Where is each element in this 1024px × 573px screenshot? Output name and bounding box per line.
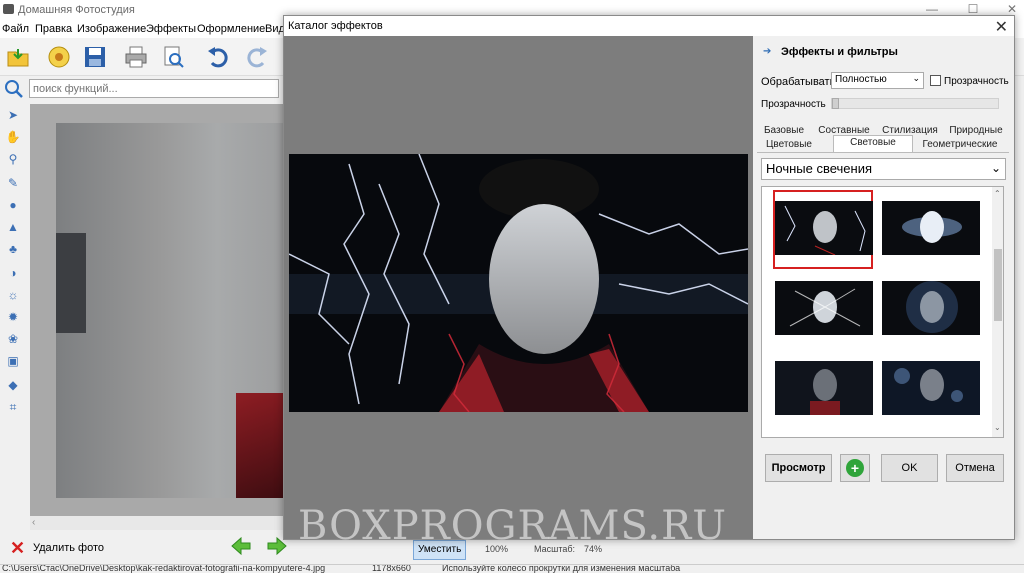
eraser-icon[interactable]: ◆ [6,378,20,392]
status-hint: Используйте колесо прокрутки для изменен… [442,564,681,573]
effect-preview-image [289,154,748,412]
effect-thumbnail[interactable] [775,361,873,415]
tab-divider [757,152,1009,153]
scroll-down-icon[interactable]: ⌄ [994,423,1001,432]
process-select-value: Полностью [835,74,887,85]
transparency-slider-label: Прозрачность [761,99,826,110]
status-size: 1178x660 [372,564,411,573]
tab-color[interactable]: Цветовые [757,138,821,152]
preview-button-label: Просмотр [771,462,826,474]
process-label: Обрабатывать [761,76,836,88]
slider-thumb[interactable] [832,98,839,109]
crop-icon[interactable]: ⌗ [6,400,20,414]
add-effect-button[interactable]: + [840,454,870,482]
transparency-checkbox[interactable] [930,75,941,86]
maximize-icon[interactable]: ☐ [965,2,981,16]
search-row [0,77,290,101]
contrast-icon[interactable]: ◑ [6,266,20,280]
preview-button[interactable]: Просмотр [765,454,832,482]
redo-icon[interactable] [242,42,272,72]
scroll-up-icon[interactable]: ⌃ [994,189,1001,198]
effect-select[interactable]: Ночные свечения ⌄ [761,158,1006,180]
menu-design[interactable]: Оформление [197,23,265,35]
effects-catalog-dialog: Каталог эффектов ✕ ➔ Эффекты и фильтры О… [283,15,1015,540]
dialog-title: Каталог эффектов [288,20,383,32]
photo-canvas[interactable] [56,123,296,498]
print-icon[interactable] [121,42,151,72]
transparency-checkbox-label: Прозрачность [944,76,1009,87]
effect-thumbnail[interactable] [775,281,873,335]
ok-button[interactable]: OK [881,454,938,482]
effect-thumbnail[interactable] [882,281,980,335]
ok-button-label: OK [901,462,918,474]
tab-geometric[interactable]: Геометрические [913,138,1007,152]
effect-thumbnail[interactable] [775,201,873,255]
delete-icon[interactable]: ✕ [10,538,25,559]
cancel-button-label: Отмена [955,462,995,474]
stamp-icon[interactable]: ♣ [6,242,20,256]
effects-panel: ➔ Эффекты и фильтры Обрабатывать Полност… [753,36,1014,539]
add-icon: + [846,459,864,477]
brush-icon[interactable]: ✎ [6,176,20,190]
delete-photo-label[interactable]: Удалить фото [33,542,104,554]
effect-thumbnails-list: ⌃ ⌄ [761,186,1004,438]
left-toolbox: ➤ ✋ ⚲ ✎ ● ▲ ♣ ◑ ☼ ✹ ❀ ▣ ◆ ⌗ [0,104,27,524]
menu-file[interactable]: Файл [2,23,29,35]
thumbnails-scrollbar[interactable]: ⌃ ⌄ [992,187,1003,437]
effect-thumbnail[interactable] [882,201,980,255]
triangle-icon[interactable]: ▲ [6,220,20,234]
undo-icon[interactable] [203,42,233,72]
panel-title: Эффекты и фильтры [781,46,898,58]
scroll-thumb[interactable] [994,249,1002,321]
gallery-icon[interactable] [44,42,74,72]
process-select[interactable]: Полностью ⌄ [831,72,924,89]
photo-dark-object [56,233,86,333]
tab-natural[interactable]: Природные [943,124,1009,138]
tab-light[interactable]: Световые [833,135,913,152]
scroll-left-icon[interactable]: ‹ [32,517,35,528]
app-icon [3,4,14,14]
save-icon[interactable] [80,42,110,72]
sun-icon[interactable]: ✹ [6,310,20,324]
brightness-icon[interactable]: ☼ [6,288,20,302]
arrow-right-icon: ➔ [763,46,772,57]
chevron-down-icon: ⌄ [912,73,920,83]
status-bar: C:\Users\Стас\OneDrive\Desktop\kak-redak… [0,564,1024,573]
open-folder-icon[interactable] [3,42,33,72]
transparency-slider[interactable] [831,98,999,109]
watermark: BOXPROGRAMS.RU [298,503,727,549]
dialog-close-icon[interactable]: ✕ [995,17,1008,37]
color-swap-icon[interactable]: ▣ [6,354,20,368]
effect-thumbnail[interactable] [882,361,980,415]
dialog-title-bar: Каталог эффектов ✕ [284,16,1014,36]
palette-icon[interactable]: ❀ [6,332,20,346]
app-title: Домашняя Фотостудия [18,4,135,16]
menu-image[interactable]: Изображение [77,23,146,35]
close-icon[interactable]: ✕ [1004,2,1020,16]
effect-preview-area [284,36,753,539]
effect-select-value: Ночные свечения [766,161,873,176]
search-input[interactable] [29,79,279,98]
menu-edit[interactable]: Правка [35,23,72,35]
prev-arrow-icon[interactable] [230,536,252,559]
tab-basic[interactable]: Базовые [757,124,811,138]
chevron-down-icon: ⌄ [990,161,1001,175]
cancel-button[interactable]: Отмена [946,454,1004,482]
zoom-icon[interactable]: ⚲ [6,152,20,166]
horizontal-scrollbar[interactable]: ‹ [30,516,286,530]
hand-icon[interactable]: ✋ [6,130,21,144]
status-path: C:\Users\Стас\OneDrive\Desktop\kak-redak… [2,564,326,573]
drop-icon[interactable]: ● [6,198,20,212]
print-preview-icon[interactable] [158,42,188,72]
menu-view[interactable]: Вид [265,23,285,35]
pointer-icon[interactable]: ➤ [6,108,20,122]
menu-effects[interactable]: Эффекты [146,23,196,35]
search-icon [4,79,24,102]
minimize-icon[interactable]: — [924,2,940,16]
